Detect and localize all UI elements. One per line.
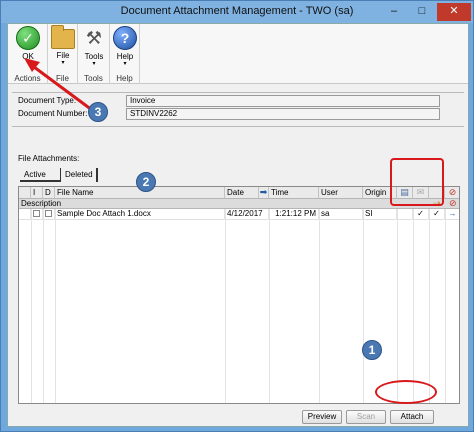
arrow-line xyxy=(29,62,93,112)
callout-arrow xyxy=(24,58,93,112)
callout-badge-2: 2 xyxy=(136,172,156,192)
callout-badge-1: 1 xyxy=(362,340,382,360)
callout-badge-3: 3 xyxy=(88,102,108,122)
